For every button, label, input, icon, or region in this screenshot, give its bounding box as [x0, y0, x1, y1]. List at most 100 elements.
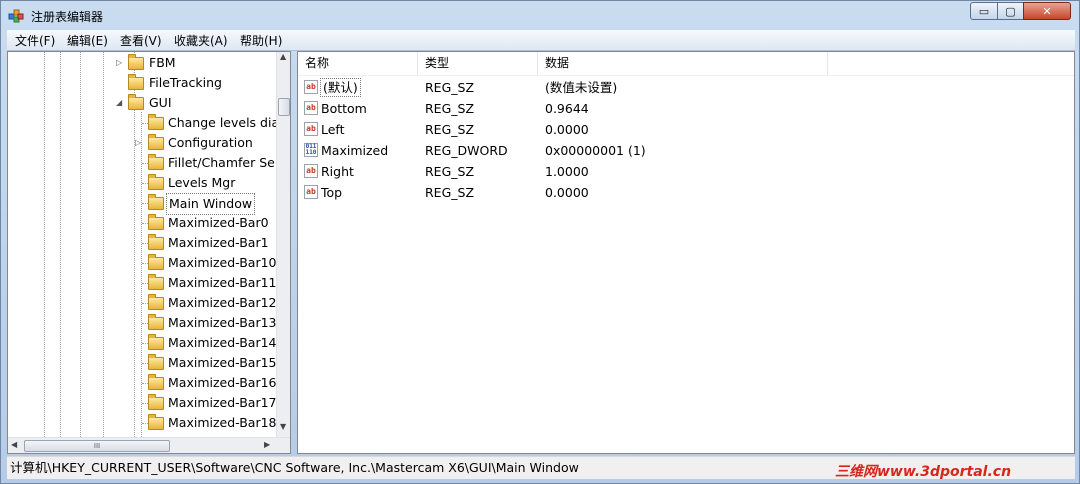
- folder-icon: [148, 114, 164, 130]
- tree-item-maximized-bar10[interactable]: Maximized-Bar10: [8, 253, 277, 273]
- value-row-maximized[interactable]: 011 110 Maximized REG_DWORD 0x00000001 (1…: [298, 140, 1074, 161]
- key-tree-pane[interactable]: ▷ FBM FileTracking ◢ GUI Change levels d…: [7, 51, 291, 454]
- scroll-down-icon[interactable]: ▼: [280, 422, 286, 431]
- value-name: (默认): [320, 78, 361, 97]
- registry-editor-icon: [8, 9, 24, 23]
- open-folder-icon: [128, 94, 144, 110]
- value-name: Maximized: [321, 143, 389, 158]
- tree-item-label: FileTracking: [149, 75, 222, 90]
- scroll-up-icon[interactable]: ▲: [280, 52, 286, 61]
- tree-item-maximized-bar13[interactable]: Maximized-Bar13: [8, 313, 277, 333]
- tree-item-maximized-bar12[interactable]: Maximized-Bar12: [8, 293, 277, 313]
- folder-icon: [148, 154, 164, 170]
- current-key-path: 计算机\HKEY_CURRENT_USER\Software\CNC Softw…: [10, 460, 579, 475]
- string-value-icon: ab: [304, 80, 318, 94]
- close-button[interactable]: ✕: [1023, 2, 1071, 20]
- expand-icon[interactable]: ▷: [135, 133, 141, 153]
- value-row-bottom[interactable]: ab Bottom REG_SZ 0.9644: [298, 98, 1074, 119]
- value-type: REG_SZ: [425, 185, 475, 200]
- string-value-icon: ab: [304, 164, 318, 178]
- tree-item-label: Maximized-Bar18: [168, 415, 277, 430]
- tree-item-label: Change levels dial: [168, 115, 283, 130]
- tree-item-label: Maximized-Bar0: [168, 215, 269, 230]
- value-name: Left: [321, 122, 345, 137]
- folder-icon: [148, 394, 164, 410]
- tree-item-label-selected: Main Window: [166, 193, 256, 215]
- value-data: 1.0000: [545, 164, 589, 179]
- tree-item-maximized-bar15[interactable]: Maximized-Bar15: [8, 353, 277, 373]
- value-data: 0.9644: [545, 101, 589, 116]
- folder-icon: [148, 234, 164, 250]
- value-row-top[interactable]: ab Top REG_SZ 0.0000: [298, 182, 1074, 203]
- value-type: REG_SZ: [425, 122, 475, 137]
- menu-view[interactable]: 查看(V): [120, 32, 162, 49]
- value-type: REG_SZ: [425, 80, 475, 95]
- tree-item-fbm[interactable]: ▷ FBM: [8, 53, 276, 73]
- tree-item-label: Maximized-Bar16: [168, 375, 277, 390]
- tree-item-change-levels-dial[interactable]: Change levels dial: [8, 113, 283, 133]
- value-data: 0x00000001 (1): [545, 143, 646, 158]
- minimize-button[interactable]: ▭: [970, 2, 998, 20]
- tree-item-main-window[interactable]: Main Window: [8, 193, 276, 215]
- tree-item-configuration[interactable]: ▷ Configuration: [8, 133, 276, 153]
- string-value-icon: ab: [304, 185, 318, 199]
- tree-item-maximized-bar11[interactable]: Maximized-Bar11: [8, 273, 277, 293]
- header-divider: [298, 75, 1074, 76]
- collapse-icon[interactable]: ◢: [116, 93, 122, 113]
- tree-item-label: Maximized-Bar17: [168, 395, 277, 410]
- value-type: REG_SZ: [425, 164, 475, 179]
- menu-edit[interactable]: 编辑(E): [67, 32, 108, 49]
- maximize-button[interactable]: ▢: [997, 2, 1024, 20]
- tree-item-label: Configuration: [168, 135, 253, 150]
- folder-icon: [128, 54, 144, 70]
- maximize-icon: ▢: [1005, 4, 1016, 18]
- value-row-left[interactable]: ab Left REG_SZ 0.0000: [298, 119, 1074, 140]
- close-icon: ✕: [1042, 4, 1052, 18]
- string-value-icon: ab: [304, 101, 318, 115]
- tree-item-maximized-bar17[interactable]: Maximized-Bar17: [8, 393, 277, 413]
- value-name: Right: [321, 164, 354, 179]
- tree-item-maximized-bar1[interactable]: Maximized-Bar1: [8, 233, 276, 253]
- tree-item-gui[interactable]: ◢ GUI: [8, 93, 276, 113]
- menu-help[interactable]: 帮助(H): [240, 32, 282, 49]
- tree-item-levels-mgr[interactable]: Levels Mgr: [8, 173, 276, 193]
- tree-horizontal-scrollbar[interactable]: ◀ III ▶: [8, 437, 290, 453]
- expand-icon[interactable]: ▷: [116, 53, 122, 73]
- folder-icon: [148, 254, 164, 270]
- scroll-thumb[interactable]: [278, 98, 290, 116]
- tree-item-label: Levels Mgr: [168, 175, 236, 190]
- tree-item-maximized-bar14[interactable]: Maximized-Bar14: [8, 333, 277, 353]
- watermark-text: 三维网www.3dportal.cn: [835, 464, 1012, 480]
- tree-item-maximized-bar0[interactable]: Maximized-Bar0: [8, 213, 276, 233]
- scroll-thumb[interactable]: III: [24, 440, 170, 452]
- values-list-pane[interactable]: 名称 类型 数据 ab (默认) REG_SZ (数值未设置) ab Botto…: [297, 51, 1075, 454]
- tree-item-label: Maximized-Bar10: [168, 255, 277, 270]
- tree-vertical-scrollbar[interactable]: ▲ ▼: [276, 52, 290, 437]
- tree-item-label: Maximized-Bar1: [168, 235, 269, 250]
- column-header-name[interactable]: 名称: [298, 52, 418, 75]
- column-header-type[interactable]: 类型: [418, 52, 538, 75]
- value-row-right[interactable]: ab Right REG_SZ 1.0000: [298, 161, 1074, 182]
- column-header-data[interactable]: 数据: [538, 52, 828, 75]
- tree-item-maximized-bar18[interactable]: Maximized-Bar18: [8, 413, 277, 433]
- menu-favorites[interactable]: 收藏夹(A): [174, 32, 228, 49]
- value-type: REG_SZ: [425, 101, 475, 116]
- open-folder-icon: [148, 194, 164, 210]
- minimize-icon: ▭: [978, 4, 990, 18]
- scroll-left-icon[interactable]: ◀: [11, 440, 17, 449]
- folder-icon: [148, 134, 164, 150]
- tree-item-label: Maximized-Bar13: [168, 315, 277, 330]
- tree-item-label: Maximized-Bar15: [168, 355, 277, 370]
- scroll-grip-icon: III: [93, 442, 101, 450]
- tree-item-fillet-chamfer[interactable]: Fillet/Chamfer Sele: [8, 153, 286, 173]
- menu-file[interactable]: 文件(F): [15, 32, 55, 49]
- scroll-right-icon[interactable]: ▶: [264, 440, 270, 449]
- title-bar[interactable]: 注册表编辑器 ▭ ▢ ✕: [1, 1, 1079, 31]
- value-row-default[interactable]: ab (默认) REG_SZ (数值未设置): [298, 77, 1074, 98]
- folder-icon: [128, 74, 144, 90]
- binary-value-icon: 011 110: [304, 143, 318, 157]
- tree-item-filetracking[interactable]: FileTracking: [8, 73, 276, 93]
- menu-bar: 文件(F) 编辑(E) 查看(V) 收藏夹(A) 帮助(H): [7, 30, 1075, 51]
- tree-item-label: Maximized-Bar12: [168, 295, 277, 310]
- tree-item-maximized-bar16[interactable]: Maximized-Bar16: [8, 373, 277, 393]
